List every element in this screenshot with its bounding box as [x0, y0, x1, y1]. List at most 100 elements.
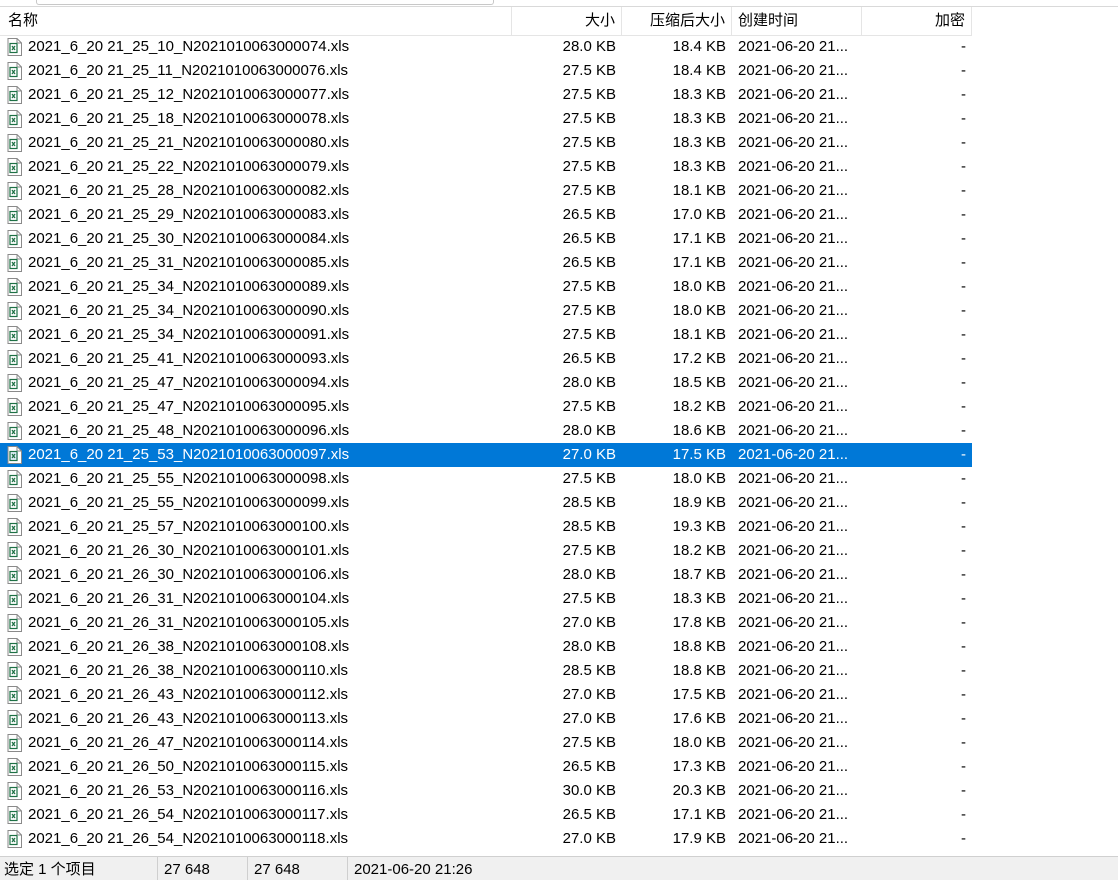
file-created-time: 2021-06-20 21...: [738, 398, 849, 415]
file-encrypted: -: [961, 614, 966, 631]
file-encrypted: -: [961, 86, 966, 103]
column-header-name[interactable]: 名称: [0, 7, 512, 35]
excel-file-icon: [7, 734, 22, 752]
file-compressed-size: 17.5 KB: [672, 686, 726, 703]
file-size: 27.0 KB: [562, 686, 616, 703]
file-compressed-size: 18.0 KB: [672, 302, 726, 319]
file-compressed-size: 18.4 KB: [672, 38, 726, 55]
file-created-time: 2021-06-20 21...: [738, 182, 849, 199]
table-row[interactable]: 2021_6_20 21_26_31_N2021010063000104.xls…: [0, 587, 972, 611]
file-name: 2021_6_20 21_25_34_N2021010063000091.xls: [28, 326, 350, 343]
table-row[interactable]: 2021_6_20 21_25_28_N2021010063000082.xls…: [0, 179, 972, 203]
file-encrypted: -: [961, 110, 966, 127]
file-size: 27.0 KB: [562, 830, 616, 847]
table-row[interactable]: 2021_6_20 21_25_22_N2021010063000079.xls…: [0, 155, 972, 179]
file-compressed-size: 17.1 KB: [672, 254, 726, 271]
file-compressed-size: 17.1 KB: [672, 806, 726, 823]
file-compressed-size: 18.3 KB: [672, 134, 726, 151]
table-row[interactable]: 2021_6_20 21_26_38_N2021010063000110.xls…: [0, 659, 972, 683]
column-header-encrypted[interactable]: 加密: [862, 7, 972, 35]
file-encrypted: -: [961, 446, 966, 463]
table-row[interactable]: 2021_6_20 21_26_43_N2021010063000113.xls…: [0, 707, 972, 731]
table-row[interactable]: 2021_6_20 21_25_55_N2021010063000099.xls…: [0, 491, 972, 515]
file-compressed-size: 18.1 KB: [672, 326, 726, 343]
file-name: 2021_6_20 21_25_22_N2021010063000079.xls: [28, 158, 350, 175]
table-row[interactable]: 2021_6_20 21_25_34_N2021010063000090.xls…: [0, 299, 972, 323]
table-row[interactable]: 2021_6_20 21_25_31_N2021010063000085.xls…: [0, 251, 972, 275]
table-row[interactable]: 2021_6_20 21_25_29_N2021010063000083.xls…: [0, 203, 972, 227]
table-row[interactable]: 2021_6_20 21_25_57_N2021010063000100.xls…: [0, 515, 972, 539]
table-row[interactable]: 2021_6_20 21_26_53_N2021010063000116.xls…: [0, 779, 972, 803]
file-compressed-size: 17.6 KB: [672, 710, 726, 727]
file-compressed-size: 18.6 KB: [672, 422, 726, 439]
column-header-created-label: 创建时间: [738, 12, 799, 29]
table-row[interactable]: 2021_6_20 21_25_18_N2021010063000078.xls…: [0, 107, 972, 131]
file-encrypted: -: [961, 206, 966, 223]
file-name: 2021_6_20 21_26_54_N2021010063000118.xls: [28, 830, 349, 847]
table-row[interactable]: 2021_6_20 21_26_30_N2021010063000101.xls…: [0, 539, 972, 563]
file-created-time: 2021-06-20 21...: [738, 86, 849, 103]
table-row[interactable]: 2021_6_20 21_25_12_N2021010063000077.xls…: [0, 83, 972, 107]
file-created-time: 2021-06-20 21...: [738, 710, 849, 727]
table-row[interactable]: 2021_6_20 21_26_54_N2021010063000117.xls…: [0, 803, 972, 827]
file-compressed-size: 17.8 KB: [672, 614, 726, 631]
excel-file-icon: [7, 110, 22, 128]
table-row[interactable]: 2021_6_20 21_25_21_N2021010063000080.xls…: [0, 131, 972, 155]
file-size: 27.5 KB: [562, 134, 616, 151]
table-row[interactable]: 2021_6_20 21_26_54_N2021010063000118.xls…: [0, 827, 972, 851]
file-created-time: 2021-06-20 21...: [738, 542, 849, 559]
file-encrypted: -: [961, 350, 966, 367]
file-size: 27.5 KB: [562, 470, 616, 487]
file-created-time: 2021-06-20 21...: [738, 686, 849, 703]
column-header-size[interactable]: 大小: [512, 7, 622, 35]
file-compressed-size: 18.2 KB: [672, 398, 726, 415]
file-encrypted: -: [961, 470, 966, 487]
table-row[interactable]: 2021_6_20 21_26_43_N2021010063000112.xls…: [0, 683, 972, 707]
file-compressed-size: 18.2 KB: [672, 542, 726, 559]
file-name: 2021_6_20 21_25_34_N2021010063000089.xls: [28, 278, 350, 295]
file-encrypted: -: [961, 158, 966, 175]
excel-file-icon: [7, 710, 22, 728]
table-row[interactable]: 2021_6_20 21_25_11_N2021010063000076.xls…: [0, 59, 972, 83]
file-size: 27.0 KB: [562, 710, 616, 727]
table-row[interactable]: 2021_6_20 21_25_10_N2021010063000074.xls…: [0, 35, 972, 59]
file-size: 26.5 KB: [562, 350, 616, 367]
file-created-time: 2021-06-20 21...: [738, 758, 849, 775]
table-row[interactable]: 2021_6_20 21_25_30_N2021010063000084.xls…: [0, 227, 972, 251]
table-row[interactable]: 2021_6_20 21_25_53_N2021010063000097.xls…: [0, 443, 972, 467]
file-encrypted: -: [961, 566, 966, 583]
file-name: 2021_6_20 21_26_31_N2021010063000105.xls: [28, 614, 350, 631]
file-compressed-size: 18.4 KB: [672, 62, 726, 79]
file-name: 2021_6_20 21_25_53_N2021010063000097.xls: [28, 446, 350, 463]
file-encrypted: -: [961, 398, 966, 415]
column-header-compressed[interactable]: 压缩后大小: [622, 7, 732, 35]
file-size: 26.5 KB: [562, 206, 616, 223]
file-encrypted: -: [961, 518, 966, 535]
table-row[interactable]: 2021_6_20 21_25_34_N2021010063000089.xls…: [0, 275, 972, 299]
table-row[interactable]: 2021_6_20 21_26_47_N2021010063000114.xls…: [0, 731, 972, 755]
excel-file-icon: [7, 398, 22, 416]
table-row[interactable]: 2021_6_20 21_26_31_N2021010063000105.xls…: [0, 611, 972, 635]
excel-file-icon: [7, 590, 22, 608]
table-row[interactable]: 2021_6_20 21_25_55_N2021010063000098.xls…: [0, 467, 972, 491]
file-name: 2021_6_20 21_26_54_N2021010063000117.xls: [28, 806, 349, 823]
table-row[interactable]: 2021_6_20 21_25_47_N2021010063000095.xls…: [0, 395, 972, 419]
excel-file-icon: [7, 830, 22, 848]
file-name: 2021_6_20 21_25_12_N2021010063000077.xls: [28, 86, 350, 103]
file-name: 2021_6_20 21_25_11_N2021010063000076.xls: [28, 62, 349, 79]
table-row[interactable]: 2021_6_20 21_26_38_N2021010063000108.xls…: [0, 635, 972, 659]
excel-file-icon: [7, 350, 22, 368]
file-created-time: 2021-06-20 21...: [738, 374, 849, 391]
excel-file-icon: [7, 446, 22, 464]
table-row[interactable]: 2021_6_20 21_25_48_N2021010063000096.xls…: [0, 419, 972, 443]
table-row[interactable]: 2021_6_20 21_25_34_N2021010063000091.xls…: [0, 323, 972, 347]
file-size: 26.5 KB: [562, 254, 616, 271]
column-header-created[interactable]: 创建时间: [732, 7, 862, 35]
file-name: 2021_6_20 21_25_10_N2021010063000074.xls: [28, 38, 350, 55]
table-row[interactable]: 2021_6_20 21_26_30_N2021010063000106.xls…: [0, 563, 972, 587]
table-row[interactable]: 2021_6_20 21_26_50_N2021010063000115.xls…: [0, 755, 972, 779]
file-name: 2021_6_20 21_26_31_N2021010063000104.xls: [28, 590, 350, 607]
table-row[interactable]: 2021_6_20 21_25_41_N2021010063000093.xls…: [0, 347, 972, 371]
table-row[interactable]: 2021_6_20 21_25_47_N2021010063000094.xls…: [0, 371, 972, 395]
file-created-time: 2021-06-20 21...: [738, 734, 849, 751]
